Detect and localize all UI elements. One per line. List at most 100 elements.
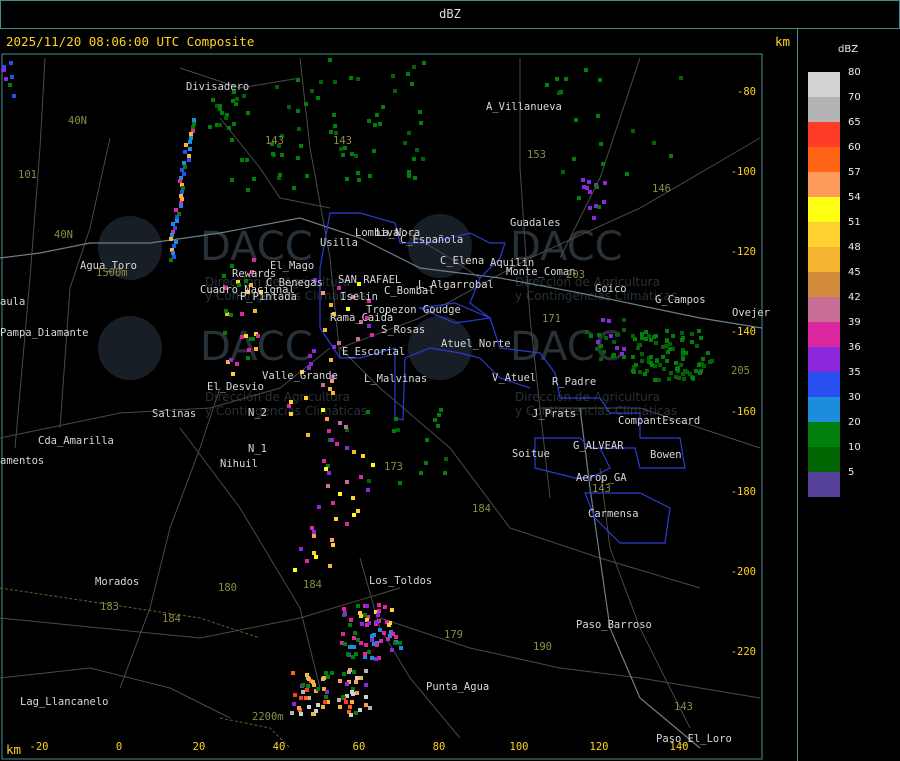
route-label: 184 <box>162 613 181 625</box>
radar-map[interactable]: DACC DACC DACC DACC Dirección de Agricul… <box>0 28 798 761</box>
echo-cell <box>293 568 297 572</box>
echo-cell <box>324 467 328 471</box>
echo-cell <box>367 650 371 654</box>
place-label: El_Mago <box>270 260 314 272</box>
echo-cell <box>354 154 358 158</box>
echo-cell <box>701 357 705 361</box>
echo-cell <box>353 631 357 635</box>
echo-cell <box>331 501 335 505</box>
window-title: dBZ <box>439 7 461 21</box>
echo-cell <box>684 351 688 355</box>
timestamp-label: 2025/11/20 08:06:00 UTC Composite <box>6 34 255 49</box>
echo-cell <box>596 114 600 118</box>
place-label: G_Campos <box>655 294 706 306</box>
echo-cell <box>312 530 316 534</box>
echo-cell <box>640 336 644 340</box>
echo-cell <box>356 509 360 513</box>
echo-cell <box>346 652 350 656</box>
echo-cell <box>287 105 291 109</box>
place-label: Soitue <box>512 448 550 460</box>
echo-cell <box>679 363 683 367</box>
echo-cell <box>557 91 561 95</box>
echo-cell <box>658 363 662 367</box>
echo-cell <box>585 186 589 190</box>
y-tick-label: -120 <box>731 246 756 258</box>
echo-cell <box>345 446 349 450</box>
echo-cell <box>189 136 193 140</box>
echo-cell <box>622 347 626 351</box>
echo-cell <box>240 158 244 162</box>
echo-cell <box>334 517 338 521</box>
echo-cell <box>604 336 608 340</box>
legend-swatch <box>808 147 840 172</box>
place-label: Morados <box>95 576 139 588</box>
echo-cell <box>305 559 309 563</box>
place-label: Goico <box>595 283 627 295</box>
echo-cell <box>329 358 333 362</box>
echo-cell <box>685 370 689 374</box>
echo-cell <box>333 80 337 84</box>
echo-cell <box>169 237 173 241</box>
place-label: N_2 <box>248 407 267 419</box>
echo-cell <box>351 692 355 696</box>
elevation-label: 2200m <box>252 711 284 723</box>
echo-cell <box>345 480 349 484</box>
echo-cell <box>622 318 626 322</box>
echo-cell <box>379 639 383 643</box>
legend-value: 20 <box>848 417 861 428</box>
echo-cell <box>247 348 251 352</box>
echo-cell <box>412 157 416 161</box>
echo-cell <box>640 352 644 356</box>
echo-cell <box>307 705 311 709</box>
echo-cell <box>187 158 191 162</box>
echo-cell <box>208 125 212 129</box>
echo-cell <box>223 331 227 335</box>
echo-cell <box>299 144 303 148</box>
place-label: L_Malvinas <box>364 373 427 385</box>
echo-cell <box>242 94 246 98</box>
echo-cell <box>358 611 362 615</box>
echo-cell <box>305 688 309 692</box>
echo-cell <box>419 121 423 125</box>
legend-swatch <box>808 372 840 397</box>
echo-cell <box>332 113 336 117</box>
echo-cell <box>352 450 356 454</box>
echo-cell <box>339 147 343 151</box>
echo-cell <box>321 705 325 709</box>
legend-swatch <box>808 297 840 322</box>
echo-cell <box>390 608 394 612</box>
legend-swatch <box>808 472 840 497</box>
echo-cell <box>691 376 695 380</box>
echo-cell <box>354 711 358 715</box>
echo-cell <box>328 564 332 568</box>
echo-cell <box>657 378 661 382</box>
echo-cell <box>326 484 330 488</box>
echo-cell <box>338 421 342 425</box>
echo-cell <box>433 418 437 422</box>
place-label: Paso_El_Loro <box>656 733 732 745</box>
y-tick-label: -160 <box>731 406 756 418</box>
echo-cell <box>636 346 640 350</box>
echo-cell <box>230 138 234 142</box>
echo-cell <box>699 336 703 340</box>
echo-cell <box>669 154 673 158</box>
legend-swatch <box>808 447 840 472</box>
echo-cell <box>383 605 387 609</box>
legend-value: 57 <box>848 167 861 178</box>
echo-cell <box>399 646 403 650</box>
echo-cell <box>271 152 275 156</box>
legend-value: 65 <box>848 117 861 128</box>
echo-cell <box>188 140 192 144</box>
echo-cell <box>634 363 638 367</box>
x-tick-label: 120 <box>590 741 609 753</box>
place-label: CompantEscard <box>618 415 700 427</box>
echo-cell <box>588 206 592 210</box>
echo-cell <box>702 364 706 368</box>
echo-cell <box>322 676 326 680</box>
echo-cell <box>224 309 228 313</box>
echo-cell <box>308 354 312 358</box>
echo-cell <box>360 622 364 626</box>
echo-cell <box>373 123 377 127</box>
y-tick-label: -100 <box>731 166 756 178</box>
legend-swatch <box>808 97 840 122</box>
